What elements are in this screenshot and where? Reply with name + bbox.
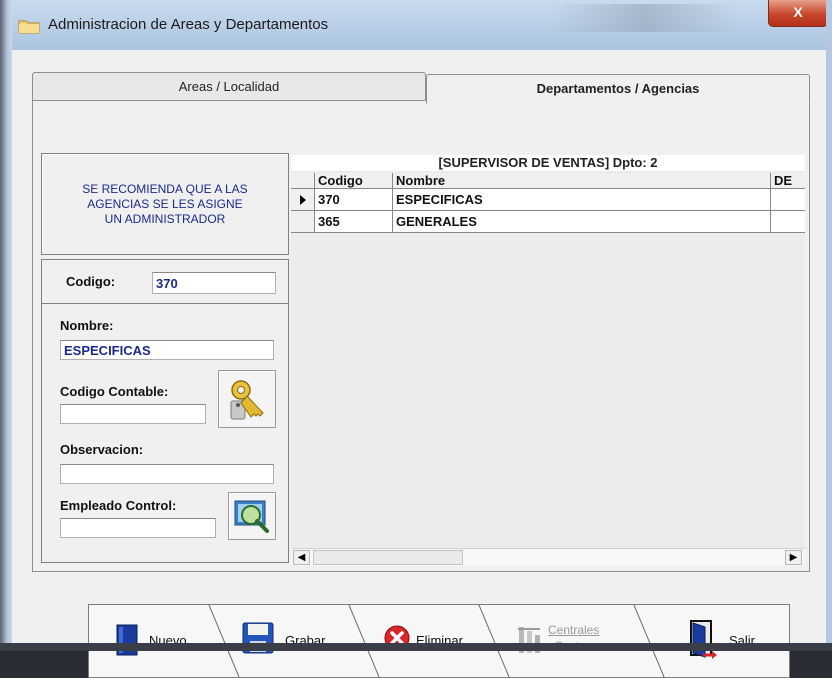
notice-text: SE RECOMIENDA QUE A LAS AGENCIAS SE LES …	[82, 182, 248, 226]
nombre-label: Nombre:	[60, 318, 114, 333]
key-icon	[230, 380, 264, 420]
nuevo-button[interactable]: Nuevo	[95, 613, 215, 669]
row-indicator	[291, 189, 315, 211]
notice-box: SE RECOMIENDA QUE A LAS AGENCIAS SE LES …	[41, 153, 289, 255]
centrales-costos-button[interactable]: Centrales Costos	[504, 613, 634, 669]
tab-departamentos-agencias[interactable]: Departamentos / Agencias	[426, 74, 810, 104]
table-row-cell-de[interactable]	[771, 189, 805, 211]
title-bar: Administracion de Areas y Departamentos …	[0, 0, 832, 50]
codigo-field[interactable]: 370	[152, 272, 276, 294]
eliminar-button[interactable]: Eliminar	[374, 613, 484, 669]
magnifier-icon	[234, 500, 269, 533]
tab-panel: SE RECOMIENDA QUE A LAS AGENCIAS SE LES …	[32, 100, 810, 572]
table-row-cell-codigo[interactable]: 370	[315, 189, 393, 211]
client-area: Areas / Localidad Departamentos / Agenci…	[12, 50, 826, 678]
codigo-contable-field[interactable]	[60, 404, 206, 424]
salir-button[interactable]: Salir	[669, 613, 779, 669]
codigo-contable-label: Codigo Contable:	[60, 384, 169, 399]
column-header-nombre[interactable]: Nombre	[393, 173, 771, 189]
department-form: Codigo: 370 Nombre: ESPECIFICAS Codigo C…	[41, 259, 289, 563]
network-tools-icon	[518, 627, 540, 653]
column-header-codigo[interactable]: Codigo	[315, 173, 393, 189]
scroll-thumb[interactable]	[313, 550, 463, 565]
action-toolbar: Nuevo Grabar Eliminar Centrales Salir	[88, 604, 790, 678]
folder-icon	[18, 20, 40, 34]
new-document-icon	[116, 624, 138, 656]
codigo-label: Codigo:	[66, 274, 116, 289]
column-header-de[interactable]: DE	[771, 173, 805, 189]
table-row-cell-nombre[interactable]: ESPECIFICAS	[393, 189, 771, 211]
horizontal-scrollbar[interactable]: ◀ ▶	[291, 548, 805, 566]
tab-areas-localidad[interactable]: Areas / Localidad	[32, 72, 426, 101]
window-title: Administracion de Areas y Departamentos	[48, 16, 329, 33]
empleado-control-label: Empleado Control:	[60, 498, 177, 513]
observacion-field[interactable]	[60, 464, 274, 484]
exit-door-icon	[690, 620, 717, 659]
centrales-label: Centrales	[548, 623, 600, 637]
scroll-right-button[interactable]: ▶	[785, 550, 802, 565]
observacion-label: Observacion:	[60, 442, 144, 457]
key-lookup-button[interactable]	[218, 370, 276, 428]
departments-grid: [SUPERVISOR DE VENTAS] Dpto: 2 Codigo No…	[291, 155, 805, 566]
empleado-control-field[interactable]	[60, 518, 216, 538]
close-button[interactable]: X	[768, 0, 828, 27]
table-row-cell-nombre[interactable]: GENERALES	[393, 211, 771, 233]
nombre-field[interactable]: ESPECIFICAS	[60, 340, 274, 360]
grid-title: [SUPERVISOR DE VENTAS] Dpto: 2	[291, 155, 805, 171]
scroll-left-button[interactable]: ◀	[293, 550, 310, 565]
row-header-corner	[291, 173, 315, 189]
table-row-cell-codigo[interactable]: 365	[315, 211, 393, 233]
current-row-arrow-icon	[300, 195, 306, 205]
app-window: Administracion de Areas y Departamentos …	[0, 0, 832, 678]
employee-search-button[interactable]	[228, 492, 276, 540]
table-row-cell-de[interactable]	[771, 211, 805, 233]
grabar-button[interactable]: Grabar	[229, 613, 359, 669]
row-indicator	[291, 211, 315, 233]
